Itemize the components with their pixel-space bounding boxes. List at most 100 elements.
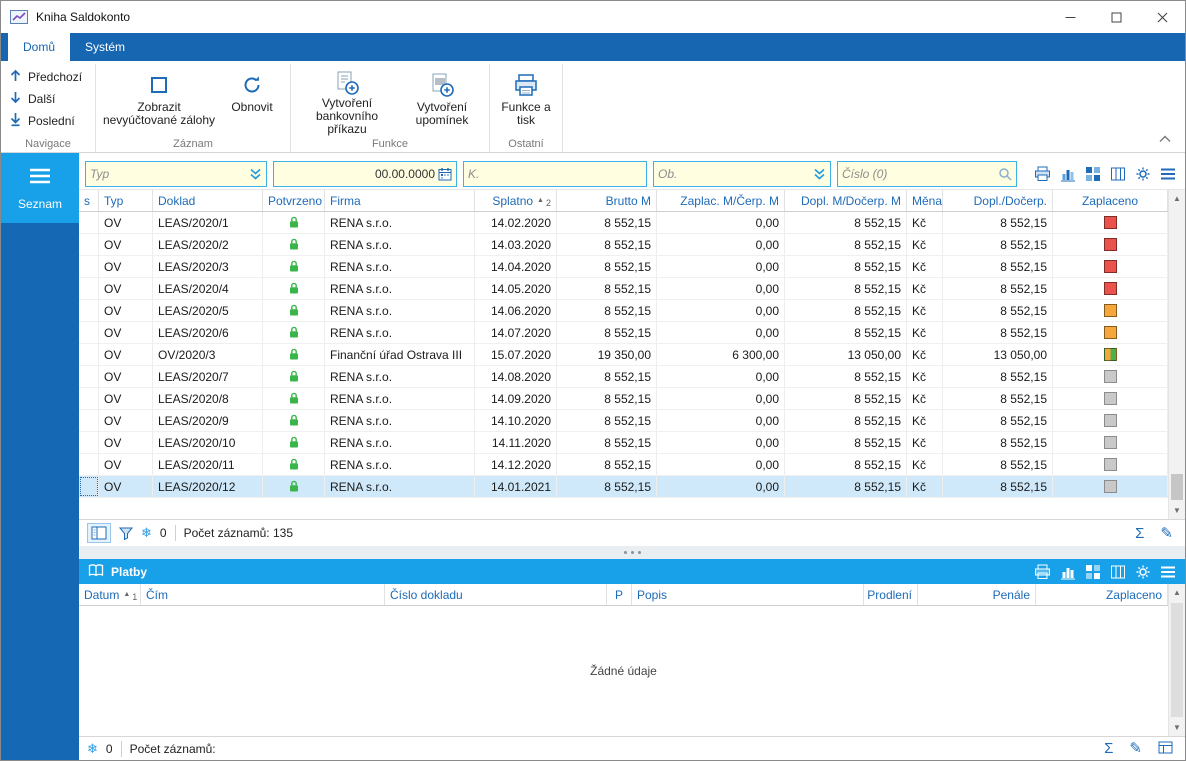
print-icon[interactable] bbox=[1034, 166, 1051, 182]
settings-gear-icon[interactable] bbox=[1135, 564, 1151, 580]
col-header-doklad[interactable]: Doklad bbox=[153, 190, 263, 211]
filter-date-input[interactable] bbox=[278, 167, 435, 181]
table-row[interactable]: OVLEAS/2020/9RENA s.r.o.14.10.20208 552,… bbox=[79, 410, 1168, 432]
sum-icon[interactable]: Σ bbox=[1104, 741, 1113, 756]
refresh-button[interactable]: Obnovit bbox=[218, 66, 286, 136]
table-row[interactable]: OVLEAS/2020/10RENA s.r.o.14.11.20208 552… bbox=[79, 432, 1168, 454]
last-button[interactable]: Poslední bbox=[5, 110, 91, 131]
col-header-mena[interactable]: Měna bbox=[907, 190, 943, 211]
chart-icon[interactable] bbox=[1060, 166, 1076, 182]
col-header-zaplaceno[interactable]: Zaplaceno bbox=[1036, 584, 1168, 605]
menu-icon[interactable] bbox=[1160, 565, 1176, 579]
previous-button[interactable]: Předchozí bbox=[5, 66, 91, 87]
close-button[interactable] bbox=[1139, 1, 1185, 33]
minimize-button[interactable] bbox=[1047, 1, 1093, 33]
table-row[interactable]: OVOV/2020/3Finanční úřad Ostrava III15.0… bbox=[79, 344, 1168, 366]
col-header-datum[interactable]: Datum ▲ 1 bbox=[79, 584, 141, 605]
table-row[interactable]: OVLEAS/2020/3RENA s.r.o.14.04.20208 552,… bbox=[79, 256, 1168, 278]
scrollbar-thumb[interactable] bbox=[1171, 474, 1183, 500]
scroll-up-icon[interactable]: ▲ bbox=[1169, 190, 1185, 207]
col-header-brutto[interactable]: Brutto M bbox=[557, 190, 657, 211]
column-chooser-icon[interactable] bbox=[1110, 166, 1126, 182]
col-header-typ[interactable]: Typ bbox=[99, 190, 153, 211]
table-row[interactable]: OVLEAS/2020/4RENA s.r.o.14.05.20208 552,… bbox=[79, 278, 1168, 300]
main-table-scrollbar[interactable]: ▲ ▼ bbox=[1168, 190, 1185, 519]
row-indicator-cell bbox=[79, 454, 99, 475]
table-row[interactable]: OVLEAS/2020/12RENA s.r.o.14.01.20218 552… bbox=[79, 476, 1168, 498]
platby-scrollbar[interactable]: ▲ ▼ bbox=[1168, 584, 1185, 736]
create-bank-order-button[interactable]: Vytvoření bankovního příkazu bbox=[295, 66, 399, 136]
menu-icon[interactable] bbox=[1160, 167, 1176, 181]
col-header-firma[interactable]: Firma bbox=[325, 190, 475, 211]
ribbon-group-ostatni: Funkce a tisk Ostatní bbox=[490, 64, 563, 152]
scroll-up-icon[interactable]: ▲ bbox=[1169, 584, 1185, 601]
scroll-down-icon[interactable]: ▼ bbox=[1169, 719, 1185, 736]
filter-funnel-icon[interactable] bbox=[119, 527, 133, 540]
show-unbilled-advances-button[interactable]: Zobrazit nevyúčtované zálohy bbox=[100, 66, 218, 136]
next-button[interactable]: Další bbox=[5, 88, 91, 109]
filter-ob-input[interactable] bbox=[658, 167, 810, 181]
col-header-splatno[interactable]: Splatno ▲ 2 bbox=[475, 190, 557, 211]
filter-k-field[interactable] bbox=[463, 161, 647, 187]
refresh-label: Obnovit bbox=[231, 101, 272, 114]
edit-icon[interactable]: ✎ bbox=[1129, 741, 1142, 756]
collapse-ribbon-button[interactable] bbox=[1155, 130, 1175, 148]
scrollbar-track[interactable] bbox=[1169, 601, 1185, 719]
table-row[interactable]: OVLEAS/2020/11RENA s.r.o.14.12.20208 552… bbox=[79, 454, 1168, 476]
analysis-icon[interactable] bbox=[1085, 564, 1101, 580]
col-header-dopl-m[interactable]: Dopl. M/Dočerp. M bbox=[785, 190, 907, 211]
filter-k-input[interactable] bbox=[468, 167, 642, 181]
col-header-cislo-dokladu[interactable]: Číslo dokladu bbox=[385, 584, 607, 605]
tab-system[interactable]: Systém bbox=[70, 33, 140, 61]
filter-panel-toggle-icon[interactable] bbox=[87, 523, 111, 543]
table-row[interactable]: OVLEAS/2020/7RENA s.r.o.14.08.20208 552,… bbox=[79, 366, 1168, 388]
col-header-penale[interactable]: Penále bbox=[918, 584, 1036, 605]
filter-chevrons-icon[interactable] bbox=[813, 168, 826, 180]
search-icon[interactable] bbox=[998, 167, 1012, 181]
chart-icon[interactable] bbox=[1060, 564, 1076, 580]
ribbon-group-zaznam: Zobrazit nevyúčtované zálohy Obnovit Záz… bbox=[96, 64, 291, 152]
filter-ob-field[interactable] bbox=[653, 161, 831, 187]
scroll-down-icon[interactable]: ▼ bbox=[1169, 502, 1185, 519]
col-header-zaplaceno[interactable]: Zaplaceno bbox=[1053, 190, 1168, 211]
settings-gear-icon[interactable] bbox=[1135, 166, 1151, 182]
col-header-s[interactable]: s bbox=[79, 190, 99, 211]
analysis-icon[interactable] bbox=[1085, 166, 1101, 182]
table-row[interactable]: OVLEAS/2020/5RENA s.r.o.14.06.20208 552,… bbox=[79, 300, 1168, 322]
column-chooser-icon[interactable] bbox=[1110, 564, 1126, 580]
panel-splitter[interactable] bbox=[79, 546, 1185, 559]
filter-cislo-input[interactable] bbox=[842, 167, 995, 181]
col-header-popis[interactable]: Popis bbox=[632, 584, 864, 605]
table-row[interactable]: OVLEAS/2020/2RENA s.r.o.14.03.20208 552,… bbox=[79, 234, 1168, 256]
col-header-prodleni[interactable]: Prodlení bbox=[864, 584, 918, 605]
table-row[interactable]: OVLEAS/2020/6RENA s.r.o.14.07.20208 552,… bbox=[79, 322, 1168, 344]
filter-date-field[interactable] bbox=[273, 161, 457, 187]
filter-chevrons-icon[interactable] bbox=[249, 168, 262, 180]
col-header-p[interactable]: P bbox=[607, 584, 632, 605]
pinned-rows-icon[interactable]: ❄ bbox=[87, 741, 98, 757]
table-row[interactable]: OVLEAS/2020/1RENA s.r.o.14.02.20208 552,… bbox=[79, 212, 1168, 234]
calendar-icon[interactable] bbox=[438, 167, 452, 181]
sidebar-item-seznam[interactable]: Seznam bbox=[1, 153, 79, 223]
col-header-dopl[interactable]: Dopl./Dočerp. bbox=[943, 190, 1053, 211]
main-table-header: s Typ Doklad Potvrzeno Firma Splatno ▲ 2… bbox=[79, 190, 1168, 212]
scrollbar-track[interactable] bbox=[1169, 207, 1185, 502]
card-view-icon[interactable] bbox=[1158, 741, 1173, 757]
table-row[interactable]: OVLEAS/2020/8RENA s.r.o.14.09.20208 552,… bbox=[79, 388, 1168, 410]
tab-domu[interactable]: Domů bbox=[8, 33, 70, 61]
sum-icon[interactable]: Σ bbox=[1135, 526, 1144, 541]
create-reminders-button[interactable]: Vytvoření upomínek bbox=[399, 66, 485, 136]
print-icon[interactable] bbox=[1034, 564, 1051, 580]
col-header-zaplac[interactable]: Zaplac. M/Čerp. M bbox=[657, 190, 785, 211]
maximize-button[interactable] bbox=[1093, 1, 1139, 33]
col-header-cim[interactable]: Čím bbox=[141, 584, 385, 605]
pinned-rows-icon[interactable]: ❄ bbox=[141, 525, 152, 541]
filter-cislo-field[interactable] bbox=[837, 161, 1017, 187]
col-header-potvrzeno[interactable]: Potvrzeno bbox=[263, 190, 325, 211]
filter-typ-input[interactable] bbox=[90, 167, 246, 181]
functions-print-button[interactable]: Funkce a tisk bbox=[494, 66, 558, 136]
show-unbilled-advances-label: Zobrazit nevyúčtované zálohy bbox=[102, 101, 216, 127]
scrollbar-thumb[interactable] bbox=[1171, 603, 1183, 717]
filter-typ-field[interactable] bbox=[85, 161, 267, 187]
edit-icon[interactable]: ✎ bbox=[1160, 526, 1173, 541]
